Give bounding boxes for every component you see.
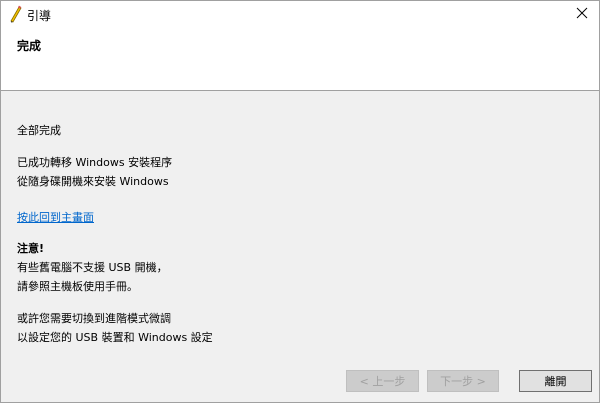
success-line-2: 從隨身碟開機來安裝 Windows xyxy=(17,175,169,188)
success-line-1: 已成功轉移 Windows 安裝程序 xyxy=(17,156,173,169)
done-label: 全部完成 xyxy=(17,124,61,137)
note-line-1: 有些舊電腦不支援 USB 開機， xyxy=(17,261,168,274)
pencil-icon xyxy=(7,5,23,23)
exit-button[interactable]: 離開 xyxy=(519,370,592,392)
close-icon xyxy=(576,7,588,22)
note-title: 注意! xyxy=(17,242,45,255)
window-title: 引導 xyxy=(27,9,52,23)
prev-button[interactable]: < 上一步 xyxy=(346,370,419,392)
close-window-button[interactable] xyxy=(565,1,599,28)
tip-line-2: 以設定您的 USB 裝置和 Windows 設定 xyxy=(17,331,213,344)
next-button[interactable]: 下一步 > xyxy=(427,370,499,392)
wizard-header: 完成 xyxy=(1,28,599,91)
note-line-2: 請參照主機板使用手冊。 xyxy=(17,280,138,293)
tip-line-1: 或許您需要切換到進階模式微調 xyxy=(17,312,171,325)
wizard-window: 引導 完成 全部完成 已成功轉移 Windows 安裝程序 從隨身碟開機來安裝 … xyxy=(0,0,600,403)
back-to-main-link[interactable]: 按此回到主畫面 xyxy=(17,209,94,225)
title-bar: 引導 xyxy=(1,1,599,28)
page-title: 完成 xyxy=(17,39,42,53)
